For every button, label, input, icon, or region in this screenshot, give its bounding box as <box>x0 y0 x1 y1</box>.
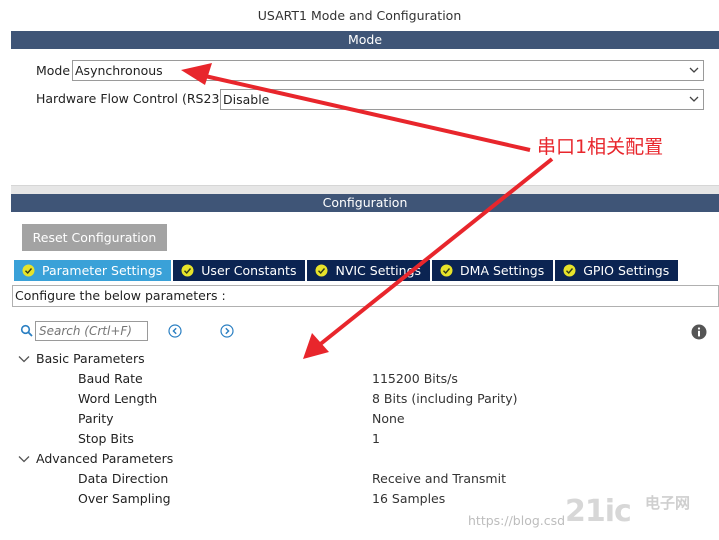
chevron-down-icon <box>689 96 699 102</box>
tab-gpio-settings[interactable]: GPIO Settings <box>555 260 679 281</box>
reset-configuration-button[interactable]: Reset Configuration <box>22 224 167 251</box>
basic-parameters-group[interactable]: Basic Parameters <box>18 349 145 369</box>
table-row[interactable]: Parity None <box>0 409 719 429</box>
param-name: Baud Rate <box>78 371 143 386</box>
tab-label: NVIC Settings <box>335 263 422 278</box>
watermark-cn: 电子网 <box>645 494 691 512</box>
tab-label: User Constants <box>201 263 297 278</box>
search-icon[interactable] <box>20 324 34 338</box>
chevron-down-icon <box>18 356 30 363</box>
param-name: Stop Bits <box>78 431 134 446</box>
group-title: Advanced Parameters <box>36 451 174 466</box>
info-icon[interactable] <box>691 324 707 340</box>
mode-section-header: Mode <box>11 31 719 49</box>
table-row[interactable]: Stop Bits 1 <box>0 429 719 449</box>
config-tabs: Parameter Settings User Constants NVIC S… <box>14 260 680 281</box>
mode-label: Mode <box>36 63 71 78</box>
check-circle-icon <box>563 264 576 277</box>
param-name: Data Direction <box>78 471 169 486</box>
mode-select[interactable]: Asynchronous <box>72 60 704 81</box>
table-row[interactable]: Baud Rate 115200 Bits/s <box>0 369 719 389</box>
table-row[interactable]: Data Direction Receive and Transmit <box>0 469 719 489</box>
table-row[interactable]: Word Length 8 Bits (including Parity) <box>0 389 719 409</box>
param-value: 8 Bits (including Parity) <box>372 391 518 406</box>
param-name: Over Sampling <box>78 491 171 506</box>
mode-select-value: Asynchronous <box>75 63 163 78</box>
param-name: Parity <box>78 411 114 426</box>
window-title: USART1 Mode and Configuration <box>0 0 719 31</box>
hardware-flow-control-select[interactable]: Disable <box>220 89 704 110</box>
chevron-down-icon <box>18 456 30 463</box>
param-name: Word Length <box>78 391 158 406</box>
annotation-label: 串口1相关配置 <box>537 136 664 158</box>
chevron-left-circle-icon[interactable] <box>168 324 182 338</box>
tab-dma-settings[interactable]: DMA Settings <box>432 260 554 281</box>
watermark-logo: 21ic <box>565 494 632 529</box>
arrowhead-icon <box>303 333 329 359</box>
check-circle-icon <box>315 264 328 277</box>
check-circle-icon <box>440 264 453 277</box>
param-value: 115200 Bits/s <box>372 371 458 386</box>
advanced-parameters-group[interactable]: Advanced Parameters <box>18 449 173 469</box>
group-title: Basic Parameters <box>36 351 145 366</box>
tab-label: Parameter Settings <box>42 263 163 278</box>
param-value: None <box>372 411 405 426</box>
chevron-right-circle-icon[interactable] <box>220 324 234 338</box>
hardware-flow-control-label: Hardware Flow Control (RS232) <box>36 91 233 106</box>
chevron-down-icon <box>689 67 699 73</box>
tab-label: DMA Settings <box>460 263 545 278</box>
param-value: 16 Samples <box>372 491 446 506</box>
tab-user-constants[interactable]: User Constants <box>173 260 306 281</box>
search-input[interactable] <box>35 321 148 341</box>
section-divider[interactable] <box>11 185 719 194</box>
param-value: Receive and Transmit <box>372 471 506 486</box>
tab-nvic-settings[interactable]: NVIC Settings <box>307 260 431 281</box>
configuration-section-header: Configuration <box>11 194 719 212</box>
tab-parameter-settings[interactable]: Parameter Settings <box>14 260 172 281</box>
check-circle-icon <box>22 264 35 277</box>
hardware-flow-control-value: Disable <box>223 92 270 107</box>
watermark-url: https://blog.csd <box>468 513 566 528</box>
configure-instructions: Configure the below parameters : <box>12 285 719 307</box>
check-circle-icon <box>181 264 194 277</box>
param-value: 1 <box>372 431 380 446</box>
tab-label: GPIO Settings <box>583 263 670 278</box>
